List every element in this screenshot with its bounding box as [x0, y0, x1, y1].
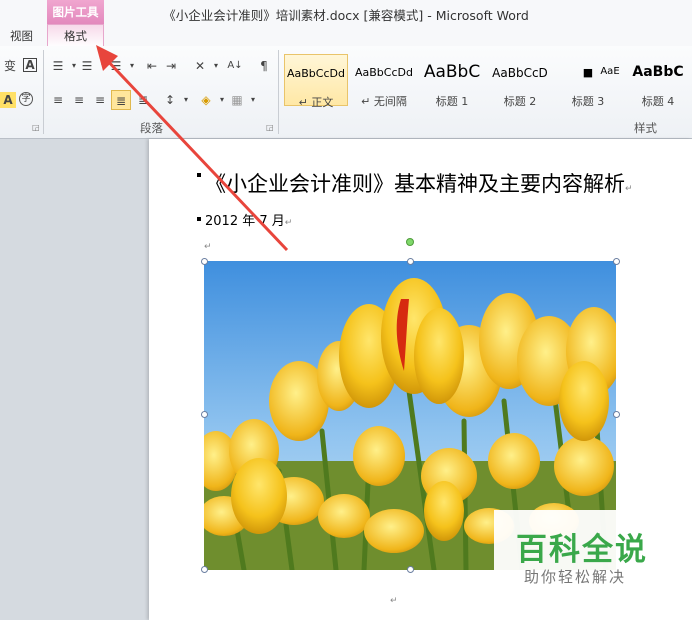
- watermark-subtitle: 助你轻松解决: [524, 568, 627, 586]
- watermark: 百科全说 助你轻松解决: [494, 510, 692, 590]
- arrow-shaft: [102, 55, 289, 252]
- watermark-title: 百科全说: [516, 532, 648, 568]
